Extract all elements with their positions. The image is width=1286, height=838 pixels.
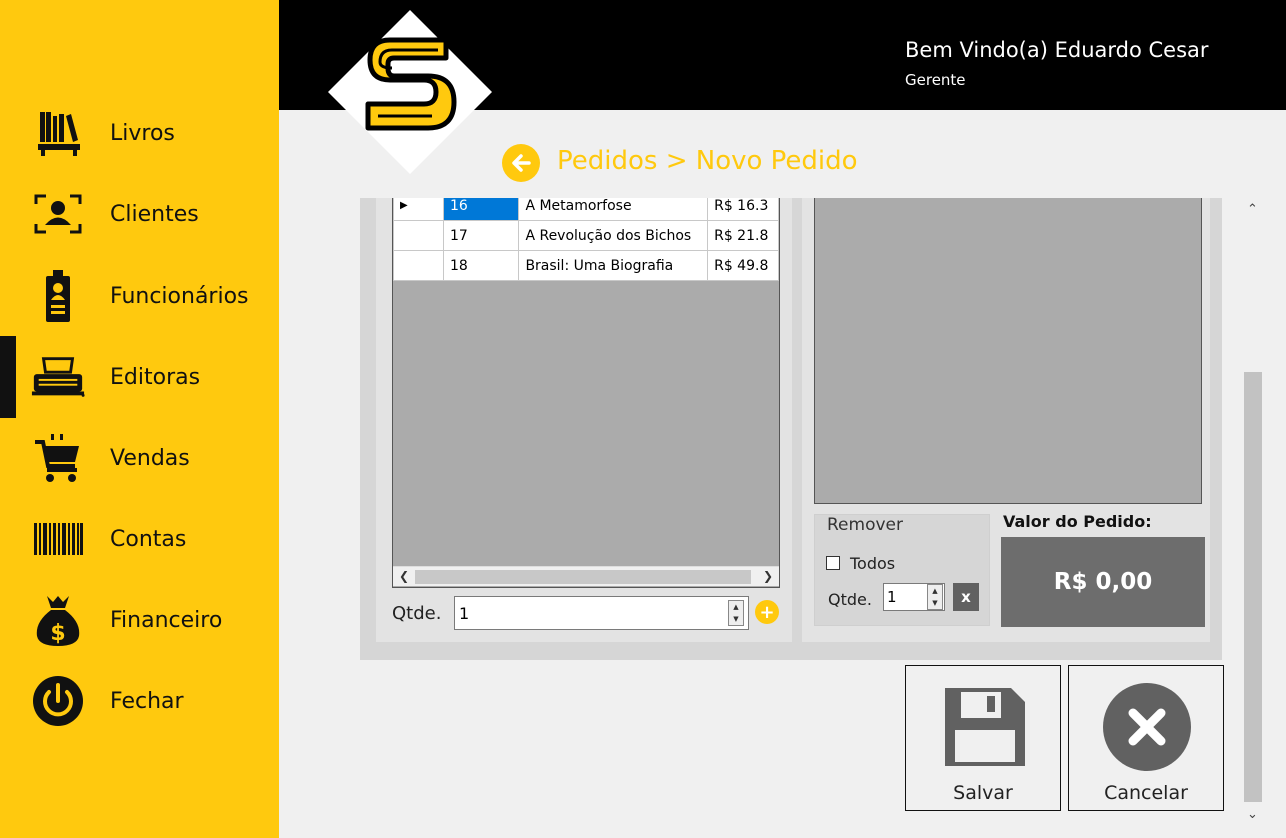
remove-group-title: Remover bbox=[825, 515, 905, 535]
badge-icon bbox=[30, 268, 86, 324]
cart-grid[interactable] bbox=[814, 198, 1202, 504]
barcode-icon bbox=[30, 511, 86, 567]
remove-all-checkbox[interactable] bbox=[826, 556, 840, 570]
sidebar-item-financeiro[interactable]: $ Financeiro bbox=[0, 590, 279, 650]
sidebar-item-editoras[interactable]: Editoras bbox=[0, 347, 279, 407]
table-row[interactable]: 17 A Revolução dos Bichos R$ 21.8 bbox=[393, 220, 779, 251]
user-role: Gerente bbox=[905, 71, 966, 89]
sidebar-item-clientes[interactable]: Clientes bbox=[0, 184, 279, 244]
sidebar-item-label: Financeiro bbox=[110, 607, 223, 633]
welcome-text: Bem Vindo(a) Eduardo Cesar bbox=[905, 38, 1209, 62]
scroll-right-icon[interactable]: ❯ bbox=[763, 569, 773, 583]
remove-quantity-stepper[interactable]: ▲ ▼ bbox=[927, 584, 943, 610]
scroll-up-icon[interactable]: ⌃ bbox=[1247, 202, 1258, 217]
cell-title[interactable]: A Revolução dos Bichos bbox=[518, 220, 709, 251]
cell-price[interactable]: R$ 21.8 bbox=[707, 220, 779, 251]
scroll-thumb[interactable] bbox=[415, 570, 751, 584]
stepper-down-icon[interactable]: ▼ bbox=[729, 613, 743, 625]
order-value-amount: R$ 0,00 bbox=[1053, 569, 1153, 595]
sidebar-item-contas[interactable]: Contas bbox=[0, 509, 279, 569]
sidebar-item-livros[interactable]: Livros bbox=[0, 103, 279, 163]
sidebar-item-label: Livros bbox=[110, 120, 175, 146]
cell-title[interactable]: Brasil: Uma Biografia bbox=[518, 250, 709, 281]
sidebar: Livros Clientes Funcionários Editoras Ve… bbox=[0, 0, 279, 838]
svg-text:$: $ bbox=[50, 621, 65, 646]
stepper-down-icon[interactable]: ▼ bbox=[928, 597, 942, 609]
cell-title[interactable]: A Metamorfose bbox=[518, 198, 709, 221]
sidebar-item-fechar[interactable]: Fechar bbox=[0, 671, 279, 731]
cell-id[interactable]: 17 bbox=[442, 220, 520, 251]
stepper-up-icon[interactable]: ▲ bbox=[928, 585, 942, 597]
cell-id[interactable]: 16 bbox=[442, 198, 520, 221]
stepper-up-icon[interactable]: ▲ bbox=[729, 601, 743, 613]
sidebar-item-label: Fechar bbox=[110, 688, 184, 714]
client-icon bbox=[30, 186, 86, 242]
cell-price[interactable]: R$ 16.3 bbox=[707, 198, 779, 221]
cancel-button[interactable]: Cancelar bbox=[1068, 665, 1224, 811]
sidebar-item-vendas[interactable]: Vendas bbox=[0, 428, 279, 488]
table-row[interactable]: 18 Brasil: Uma Biografia R$ 49.8 bbox=[393, 250, 779, 281]
cell-id[interactable]: 18 bbox=[442, 250, 520, 281]
sidebar-item-label: Vendas bbox=[110, 445, 190, 471]
add-quantity-input[interactable] bbox=[454, 596, 749, 630]
money-bag-icon: $ bbox=[30, 592, 86, 648]
add-item-button[interactable]: + bbox=[755, 600, 779, 624]
scroll-down-icon[interactable]: ⌄ bbox=[1247, 807, 1258, 822]
save-button[interactable]: Salvar bbox=[905, 665, 1061, 811]
plus-icon: + bbox=[759, 601, 775, 623]
order-value-display: R$ 0,00 bbox=[1001, 537, 1205, 627]
books-icon bbox=[30, 105, 86, 161]
close-icon: x bbox=[961, 588, 971, 606]
scroll-thumb[interactable] bbox=[1244, 372, 1262, 802]
order-value-label: Valor do Pedido: bbox=[1003, 512, 1152, 531]
remove-quantity-label: Qtde. bbox=[828, 590, 872, 609]
remove-item-button[interactable]: x bbox=[953, 583, 979, 611]
scroll-left-icon[interactable]: ❮ bbox=[399, 569, 409, 583]
page-vertical-scrollbar[interactable]: ⌃ ⌄ bbox=[1240, 198, 1266, 822]
sidebar-item-label: Contas bbox=[110, 526, 187, 552]
row-selector[interactable] bbox=[393, 220, 444, 251]
save-button-label: Salvar bbox=[953, 782, 1013, 804]
power-icon bbox=[30, 673, 86, 729]
arrow-left-icon bbox=[512, 154, 531, 172]
books-grid[interactable]: ▶ 16 A Metamorfose R$ 16.3 17 A Revoluçã… bbox=[392, 198, 780, 588]
add-quantity-label: Qtde. bbox=[392, 603, 442, 624]
cancel-button-label: Cancelar bbox=[1104, 782, 1188, 804]
sidebar-item-label: Funcionários bbox=[110, 283, 249, 309]
grid-horizontal-scrollbar[interactable]: ❮ ❯ bbox=[393, 566, 779, 586]
breadcrumb: Pedidos > Novo Pedido bbox=[557, 146, 858, 176]
cancel-icon bbox=[1103, 683, 1191, 771]
cell-price[interactable]: R$ 49.8 bbox=[707, 250, 779, 281]
cart-icon bbox=[30, 430, 86, 486]
typewriter-icon bbox=[30, 349, 86, 405]
sidebar-item-label: Editoras bbox=[110, 364, 201, 390]
row-selector[interactable]: ▶ bbox=[393, 198, 444, 221]
app-logo bbox=[328, 10, 492, 174]
remove-all-label: Todos bbox=[850, 554, 896, 573]
floppy-disk-icon bbox=[945, 688, 1025, 766]
add-quantity-stepper[interactable]: ▲ ▼ bbox=[728, 600, 744, 626]
sidebar-item-label: Clientes bbox=[110, 201, 199, 227]
table-row[interactable]: ▶ 16 A Metamorfose R$ 16.3 bbox=[393, 198, 779, 221]
sidebar-item-funcionarios[interactable]: Funcionários bbox=[0, 266, 279, 326]
back-button[interactable] bbox=[502, 144, 540, 182]
row-selector[interactable] bbox=[393, 250, 444, 281]
